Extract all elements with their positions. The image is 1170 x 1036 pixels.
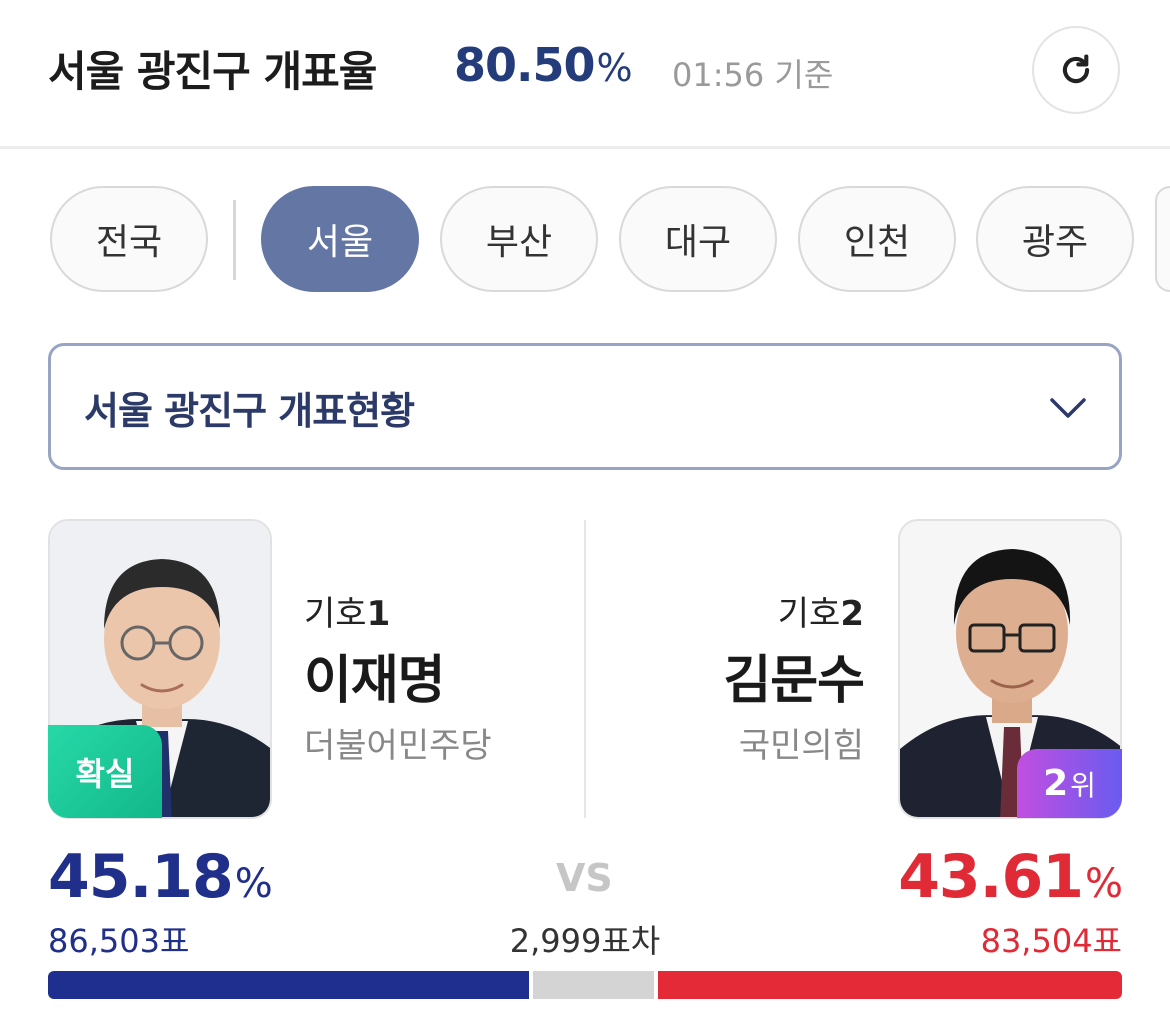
candidate1-percent-unit: % <box>234 861 273 907</box>
candidate1-share-bar <box>48 971 529 999</box>
candidate2-percent-value: 43.61 <box>898 842 1084 912</box>
count-rate-unit: % <box>596 46 633 90</box>
rank-badge-number: 2 <box>1043 763 1069 804</box>
timestamp: 01:56 기준 <box>672 56 834 94</box>
dropdown-label: 서울 광진구 개표현황 <box>84 389 415 433</box>
others-share-bar <box>533 971 654 999</box>
candidate1-percent: 45.18% <box>48 842 273 912</box>
tab-gwangju[interactable]: 광주 <box>976 186 1134 292</box>
tab-nationwide[interactable]: 전국 <box>50 186 208 292</box>
tab-incheon[interactable]: 인천 <box>798 186 956 292</box>
header-divider <box>0 146 1170 149</box>
candidate2-percent-unit: % <box>1084 861 1123 907</box>
candidate2-number-value: 2 <box>840 594 864 634</box>
candidate1-number: 기호1 <box>304 586 390 635</box>
candidate-divider <box>584 520 586 818</box>
candidate2-number: 기호2 <box>778 586 864 635</box>
vs-label: VS <box>556 856 613 900</box>
tab-busan[interactable]: 부산 <box>440 186 598 292</box>
tab-seoul[interactable]: 서울 <box>261 186 419 292</box>
candidate2-party: 국민의힘 <box>738 726 864 766</box>
chevron-down-icon <box>1050 398 1086 418</box>
candidate2-name: 김문수 <box>723 651 865 711</box>
rank-badge-suffix: 위 <box>1070 768 1096 802</box>
candidate1-number-value: 1 <box>366 594 391 634</box>
winner-badge: 확실 <box>48 725 162 818</box>
candidate2-votes: 83,504표 <box>980 922 1122 960</box>
refresh-button[interactable] <box>1032 26 1120 114</box>
candidate2-percent: 43.61% <box>898 842 1123 912</box>
candidate2-number-label: 기호 <box>777 594 841 634</box>
tab-separator <box>233 200 236 280</box>
count-rate-value: 80.50 <box>454 38 596 92</box>
candidate1-number-label: 기호 <box>304 594 367 634</box>
page-title: 서울 광진구 개표율 <box>48 47 377 96</box>
candidate2-share-bar <box>658 971 1122 999</box>
tab-next-partial[interactable] <box>1155 186 1170 292</box>
refresh-icon <box>1062 54 1090 84</box>
rank-badge: 2위 <box>1017 749 1122 818</box>
candidate1-name: 이재명 <box>304 651 446 711</box>
candidate1-percent-value: 45.18 <box>48 842 234 912</box>
candidate1-party: 더불어민주당 <box>304 726 492 766</box>
tab-daegu[interactable]: 대구 <box>619 186 777 292</box>
count-rate: 80.50% <box>454 38 633 92</box>
